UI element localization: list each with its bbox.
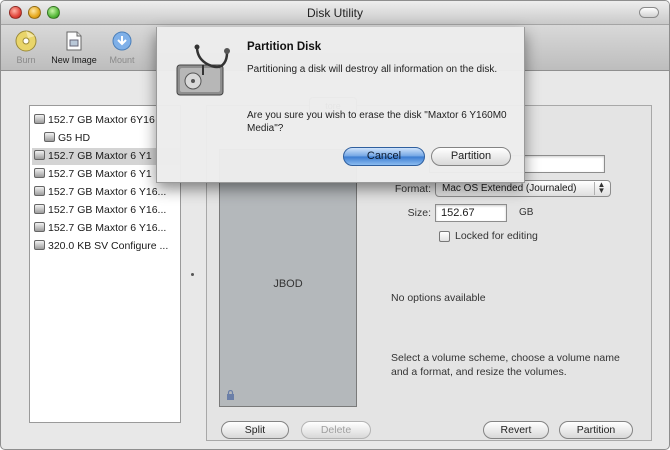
format-label: Format: xyxy=(394,183,431,195)
disk-list-item[interactable]: 320.0 KB SV Configure ... xyxy=(32,238,180,255)
disk-list-item[interactable]: 152.7 GB Maxtor 6 Y16... xyxy=(32,220,180,237)
size-field[interactable]: 152.67 xyxy=(435,204,507,222)
toolbar-toggle-button[interactable] xyxy=(639,7,659,18)
size-unit: GB xyxy=(519,207,534,218)
title-bar[interactable]: Disk Utility xyxy=(1,1,669,25)
burn-label: Burn xyxy=(16,55,36,65)
chevron-up-down-icon: ▲ ▼ xyxy=(594,181,608,195)
confirm-partition-button[interactable]: Partition xyxy=(431,147,511,166)
burn-icon xyxy=(15,30,37,52)
hard-disk-icon xyxy=(34,204,45,214)
new-image-label: New Image xyxy=(51,55,97,65)
revert-button[interactable]: Revert xyxy=(483,421,549,439)
window-title: Disk Utility xyxy=(307,6,363,20)
disk-list-item[interactable]: 152.7 GB Maxtor 6 Y16... xyxy=(32,184,180,201)
new-image-button[interactable]: New Image xyxy=(51,29,97,65)
disk-list-item[interactable]: 152.7 GB Maxtor 6 Y16... xyxy=(32,202,180,219)
size-label: Size: xyxy=(407,207,431,219)
mount-icon xyxy=(112,31,132,51)
locked-checkbox-label: Locked for editing xyxy=(455,230,538,242)
hard-disk-icon xyxy=(34,222,45,232)
disk-utility-icon xyxy=(176,44,230,96)
mount-button[interactable]: Mount xyxy=(99,29,145,65)
hard-disk-icon xyxy=(34,168,45,178)
volume-name-label: JBOD xyxy=(273,278,303,290)
cancel-button[interactable]: Cancel xyxy=(343,147,425,166)
dialog-title: Partition Disk xyxy=(247,41,322,53)
delete-button[interactable]: Delete xyxy=(301,421,371,439)
mount-label: Mount xyxy=(109,55,135,65)
format-value: Mac OS Extended (Journaled) xyxy=(442,183,577,194)
volume-scheme-map[interactable]: JBOD xyxy=(219,149,357,407)
dialog-warning-text: Partitioning a disk will destroy all inf… xyxy=(247,64,498,75)
instructions-text: Select a volume scheme, choose a volume … xyxy=(391,352,620,378)
no-options-text: No options available xyxy=(391,292,486,304)
locked-checkbox[interactable] xyxy=(439,231,450,242)
partition-button[interactable]: Partition xyxy=(559,421,633,439)
partition-confirm-sheet: Partition Disk Partitioning a disk will … xyxy=(156,27,525,183)
lock-icon xyxy=(227,390,234,400)
hard-disk-icon xyxy=(34,240,45,250)
disk-utility-window: Disk Utility Burn New Image Mount 152.7 … xyxy=(0,0,670,450)
hard-disk-icon xyxy=(34,186,45,196)
dialog-question-text: Are you sure you wish to erase the disk … xyxy=(247,110,507,134)
volume-icon xyxy=(44,132,55,142)
split-button[interactable]: Split xyxy=(221,421,289,439)
hard-disk-icon xyxy=(34,114,45,124)
split-view-handle[interactable] xyxy=(191,273,194,276)
new-image-icon xyxy=(66,31,82,51)
hard-disk-icon xyxy=(34,150,45,160)
burn-button[interactable]: Burn xyxy=(3,29,49,65)
